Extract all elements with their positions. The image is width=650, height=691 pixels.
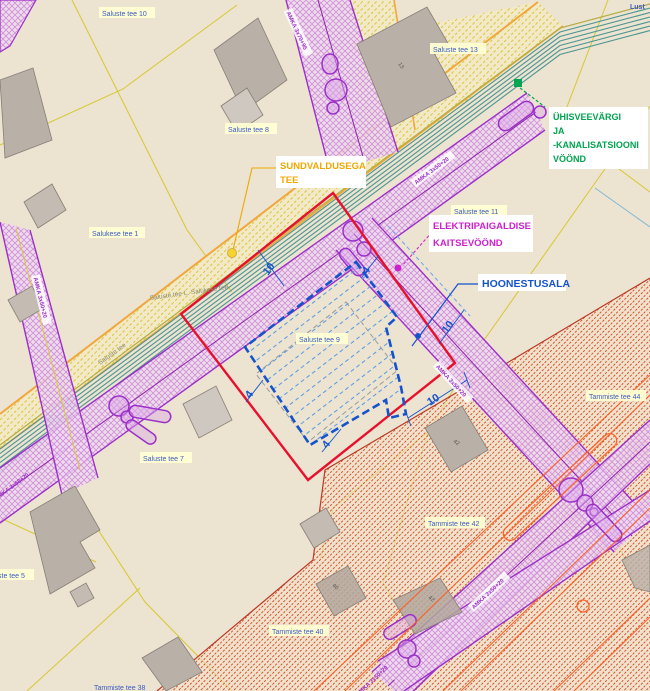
annotation-yhisveevargi-voond: ÜHISVEEVÄRGI JA -KANALISATSIOONI VÖÖND <box>549 107 648 169</box>
address-saluste-11: Saluste tee 11 <box>454 209 498 216</box>
address-saluste-5: Saluste tee 5 <box>0 573 25 580</box>
elektri-line2: KAITSEVÖÖND <box>433 238 503 249</box>
vk-line1: ÜHISVEEVÄRGI <box>553 112 621 122</box>
address-edge-top-right: Lust <box>630 4 645 11</box>
yellow-point-marker <box>228 249 237 258</box>
vk-line2: JA <box>553 126 565 136</box>
annotation-elektripaigaldise-kaitsevoond: ELEKTRIPAIGALDISE KAITSEVÖÖND <box>429 215 533 252</box>
vk-line3: -KANALISATSIOONI <box>553 140 639 150</box>
address-tammiste-44: Tammiste tee 44 <box>589 394 640 401</box>
annotation-hoonestusala: HOONESTUSALA <box>478 274 571 291</box>
plan-map-canvas[interactable]: 13 42 40 42 <box>0 0 650 691</box>
sundvaldusega-line1: SUNDVALDUSEGA <box>280 161 366 172</box>
hoonestusala-label: HOONESTUSALA <box>482 278 571 290</box>
detail-plan-drawing: 13 42 40 42 <box>0 0 650 691</box>
elektri-line1: ELEKTRIPAIGALDISE <box>433 221 531 232</box>
vk-line4: VÖÖND <box>553 154 587 164</box>
magenta-point-marker <box>395 265 402 272</box>
address-saluste-10: Saluste tee 10 <box>102 11 147 18</box>
annotation-sundvaldusega-tee: SUNDVALDUSEGA TEE <box>276 156 366 188</box>
address-tammiste-42: Tammiste tee 42 <box>428 521 479 528</box>
address-tammiste-38: Tammiste tee 38 <box>94 685 145 691</box>
sundvaldusega-line2: TEE <box>280 175 298 186</box>
address-salukese-1: Salukese tee 1 <box>92 231 138 238</box>
address-tammiste-40: Tammiste tee 40 <box>272 629 323 636</box>
green-point-marker <box>514 79 522 87</box>
address-saluste-13: Saluste tee 13 <box>433 47 478 54</box>
address-saluste-7: Saluste tee 7 <box>143 456 184 463</box>
address-saluste-8: Saluste tee 8 <box>228 127 269 134</box>
address-saluste-9: Saluste tee 9 <box>299 337 340 344</box>
